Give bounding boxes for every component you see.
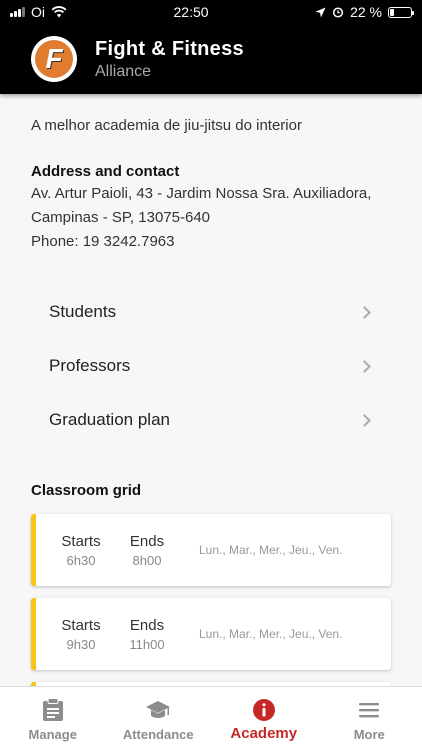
carrier-label: Oi [31, 4, 45, 20]
wifi-icon [51, 6, 67, 18]
class-start: Starts 9h30 [59, 617, 103, 652]
signal-icon [10, 7, 25, 17]
class-start: Starts 6h30 [59, 533, 103, 568]
academy-description: A melhor academia de jiu-jitsu do interi… [31, 117, 302, 134]
clipboard-icon [42, 698, 63, 721]
clock: 22:50 [173, 4, 209, 20]
starts-label: Starts [61, 532, 101, 550]
alarm-icon [333, 7, 344, 18]
menu-item-professors[interactable]: Professors [31, 339, 391, 393]
menu-icon [359, 703, 380, 718]
class-end: Ends 8h00 [127, 533, 167, 568]
tab-more[interactable]: More [317, 687, 422, 750]
classroom-grid-heading: Classroom grid [31, 482, 142, 499]
tab-label: More [353, 727, 385, 742]
class-accent-bar [31, 514, 36, 586]
address-heading: Address and contact [31, 163, 180, 180]
class-days: Lun., Mar., Mer., Jeu., Ven. [199, 627, 343, 641]
class-days: Lun., Mar., Mer., Jeu., Ven. [199, 543, 343, 557]
menu-item-label: Students [49, 302, 117, 321]
battery-percent: 22 % [350, 4, 382, 20]
start-time: 6h30 [66, 552, 96, 568]
tab-label: Manage [28, 727, 77, 742]
chevron-right-icon [358, 359, 371, 373]
tab-label: Academy [230, 725, 298, 742]
address-line-2: Campinas - SP, 13075-640 [31, 209, 211, 226]
academy-logo: F [31, 36, 77, 82]
tab-attendance[interactable]: Attendance [106, 687, 212, 750]
phone-number: Phone: 19 3242.7963 [31, 233, 175, 250]
battery-icon [388, 6, 414, 18]
tab-manage[interactable]: Manage [0, 687, 106, 750]
academy-content[interactable]: A melhor academia de jiu-jitsu do interi… [0, 94, 422, 686]
class-end: Ends 11h00 [127, 617, 167, 652]
app-header: F Fight & Fitness Alliance [0, 24, 422, 94]
address-line-1: Av. Artur Paioli, 43 - Jardim Nossa Sra.… [31, 185, 372, 202]
graduation-cap-icon [146, 701, 171, 718]
starts-label: Starts [61, 616, 101, 634]
status-bar: Oi 22:50 22 % [0, 0, 422, 24]
chevron-right-icon [358, 413, 371, 427]
tab-label: Attendance [122, 727, 194, 742]
menu-item-students[interactable]: Students [31, 285, 391, 339]
class-card[interactable]: Starts 9h30 Ends 11h00 Lun., Mar., Mer.,… [31, 598, 391, 670]
class-card[interactable]: Starts 6h30 Ends 8h00 Lun., Mar., Mer., … [31, 514, 391, 586]
ends-label: Ends [129, 616, 165, 634]
academy-subtitle: Alliance [95, 62, 152, 80]
info-icon [252, 699, 275, 721]
chevron-right-icon [358, 305, 371, 319]
tab-academy[interactable]: Academy [211, 687, 317, 750]
menu-item-label: Graduation plan [49, 410, 170, 429]
academy-title: Fight & Fitness [95, 37, 244, 60]
bottom-nav: Manage Attendance Academy More [0, 686, 422, 750]
start-time: 9h30 [66, 636, 96, 652]
location-arrow-icon [315, 7, 326, 17]
menu-item-label: Professors [49, 356, 131, 375]
end-time: 8h00 [132, 552, 162, 568]
ends-label: Ends [129, 532, 165, 550]
class-accent-bar [31, 598, 36, 670]
end-time: 11h00 [129, 636, 165, 652]
menu-item-graduation-plan[interactable]: Graduation plan [31, 393, 391, 447]
